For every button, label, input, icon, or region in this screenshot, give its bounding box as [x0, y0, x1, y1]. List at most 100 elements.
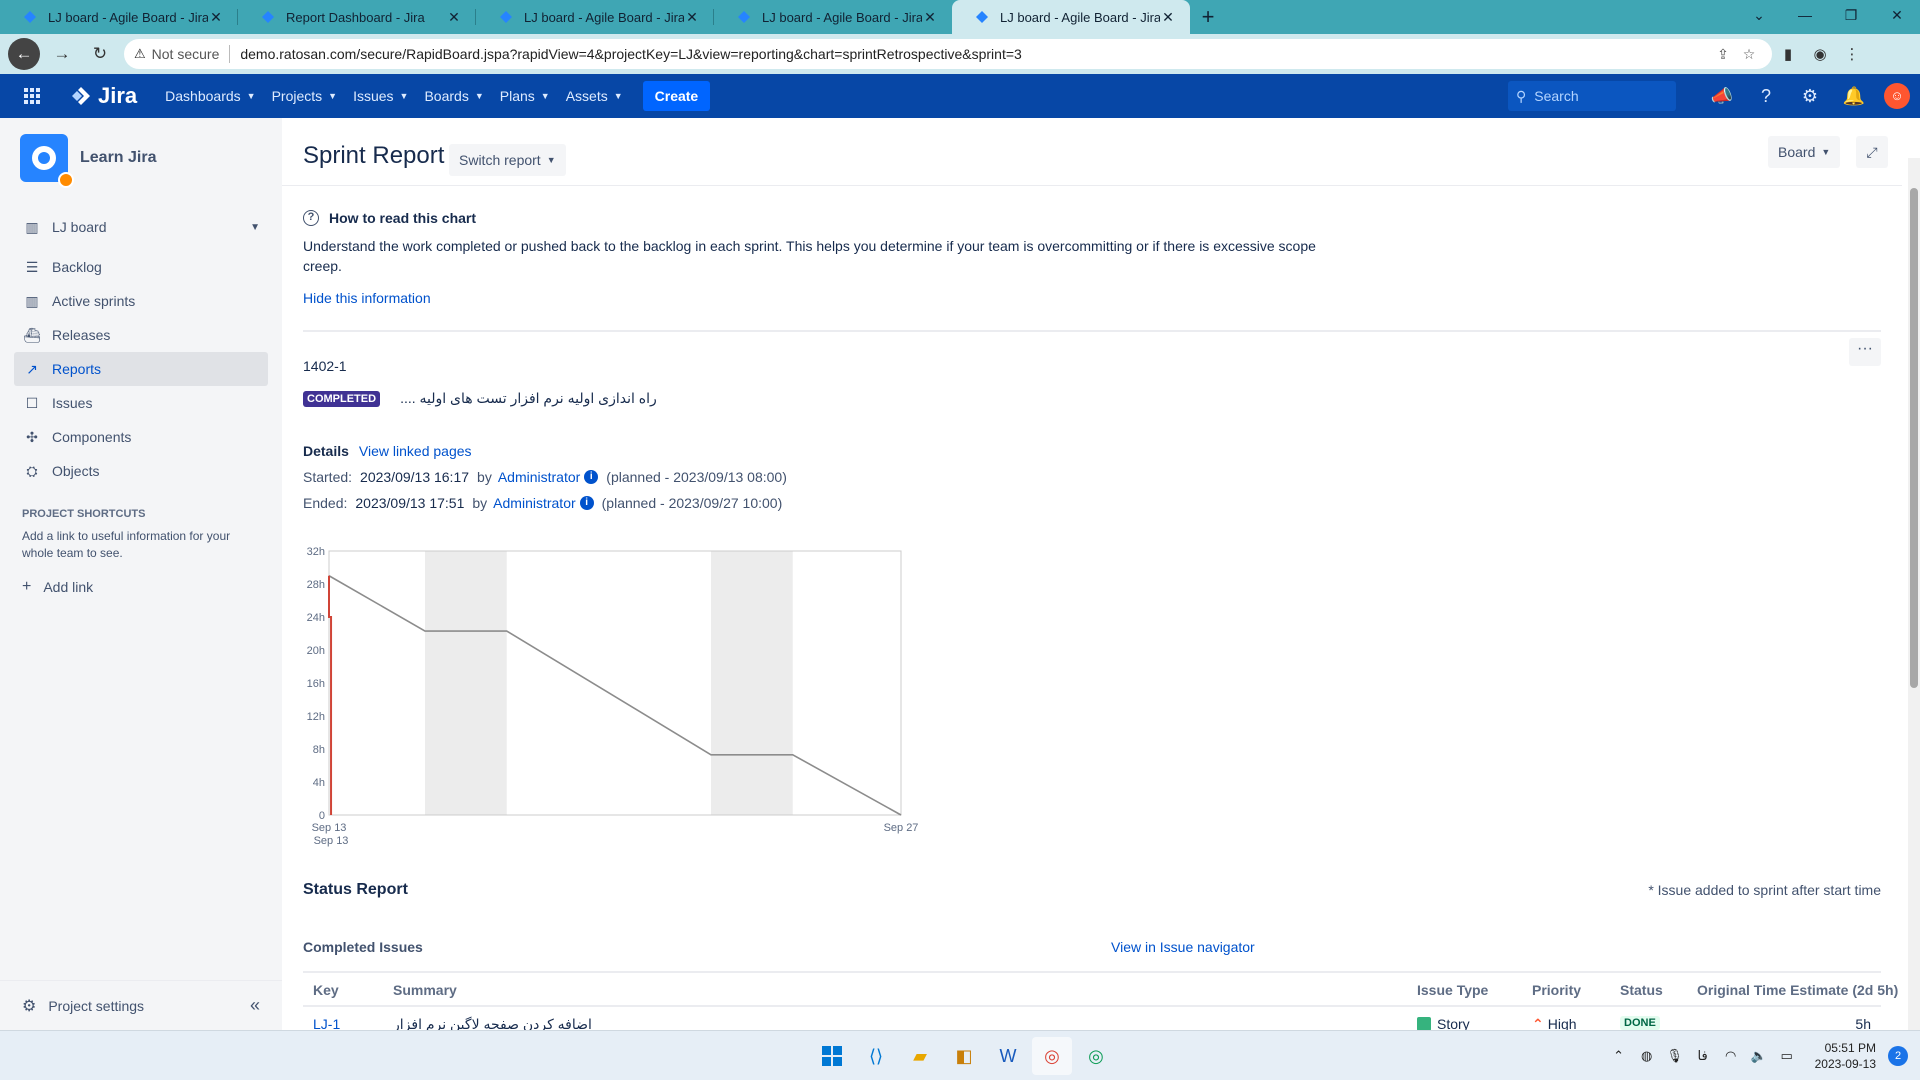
project-name: Learn Jira — [80, 149, 157, 166]
file-explorer-icon[interactable]: ▰ — [900, 1037, 940, 1075]
col-summary[interactable]: Summary — [393, 982, 457, 998]
sidebar-item-objects[interactable]: ⛭ Objects — [14, 454, 268, 488]
col-priority[interactable]: Priority — [1532, 982, 1581, 998]
restore-icon[interactable]: ❐ — [1828, 0, 1874, 30]
word-icon[interactable]: W — [988, 1037, 1028, 1075]
url-text[interactable]: demo.ratosan.com/secure/RapidBoard.jspa?… — [240, 46, 1710, 62]
volume-icon[interactable]: 🔈 — [1745, 1048, 1773, 1064]
close-icon[interactable]: ✕ — [1160, 9, 1176, 25]
board-selector[interactable]: ▥ LJ board ▼ — [14, 210, 268, 244]
bookmark-star-icon[interactable]: ☆ — [1736, 46, 1762, 63]
sidebar-item-releases[interactable]: ⛴ Releases — [14, 318, 268, 352]
issue-type-label: Story — [1437, 1016, 1470, 1030]
tab-title: Report Dashboard - Jira — [286, 9, 425, 25]
system-tray: ⌃ ◍ 🎙 فا ◠ 🔈 ▭ 05:51 PM 2023-09-13 2 — [1605, 1031, 1908, 1080]
menu-dots-icon[interactable]: ⋮ — [1836, 45, 1868, 63]
col-status[interactable]: Status — [1620, 982, 1663, 998]
nav-plans[interactable]: Plans ▼ — [492, 80, 558, 112]
nav-issues[interactable]: Issues ▼ — [345, 80, 416, 112]
add-link-button[interactable]: + Add link — [22, 572, 260, 602]
sidebar-item-backlog[interactable]: ☰ Backlog — [14, 250, 268, 284]
minimize-icon[interactable]: — — [1782, 0, 1828, 30]
sidebar-item-label: Components — [52, 429, 132, 445]
notification-badge[interactable]: 2 — [1888, 1046, 1908, 1066]
sidebar-item-active-sprints[interactable]: ▥ Active sprints — [14, 284, 268, 318]
nav-boards[interactable]: Boards ▼ — [416, 80, 491, 112]
clock-date: 2023-09-13 — [1814, 1057, 1876, 1071]
create-button[interactable]: Create — [642, 81, 711, 111]
sidebar-item-reports[interactable]: ↗ Reports — [14, 352, 268, 386]
col-estimate[interactable]: Original Time Estimate (2d 5h) — [1697, 982, 1898, 998]
chevron-down-icon: ▼ — [250, 221, 260, 233]
chrome-icon[interactable]: ◎ — [1032, 1037, 1072, 1075]
close-icon[interactable]: ✕ — [208, 9, 224, 25]
gear-icon: ⚙ — [22, 997, 37, 1015]
browser-tab[interactable]: LJ board - Agile Board - Jira ✕ — [476, 0, 714, 34]
help-icon[interactable]: ? — [1744, 86, 1788, 107]
new-tab-button[interactable]: + — [1190, 0, 1226, 34]
close-icon[interactable]: ✕ — [684, 9, 700, 25]
switch-report-button[interactable]: Switch report ▼ — [449, 144, 566, 176]
windows-start-icon[interactable] — [812, 1037, 852, 1075]
battery-icon[interactable]: ▭ — [1773, 1048, 1801, 1064]
avatar[interactable]: ☺ — [1884, 83, 1910, 109]
sidebar-item-issues[interactable]: ☐ Issues — [14, 386, 268, 420]
nav-dashboards[interactable]: Dashboards ▼ — [157, 80, 263, 112]
side-panel-icon[interactable]: ▮ — [1772, 45, 1804, 63]
jira-logo[interactable]: Jira — [70, 83, 137, 109]
browser-tab[interactable]: LJ board - Agile Board - Jira ✕ — [714, 0, 952, 34]
reload-button[interactable]: ↻ — [84, 38, 116, 70]
address-bar[interactable]: ⚠ Not secure demo.ratosan.com/secure/Rap… — [124, 39, 1772, 69]
chevron-up-icon[interactable]: ⌃ — [1605, 1048, 1633, 1064]
forward-button[interactable]: → — [46, 38, 78, 70]
profile-icon[interactable]: ◉ — [1804, 45, 1836, 63]
expand-button[interactable]: ⤢ — [1856, 136, 1888, 168]
col-key[interactable]: Key — [313, 982, 339, 998]
project-header[interactable]: Learn Jira — [0, 118, 282, 198]
page-scrollbar[interactable] — [1908, 158, 1920, 1030]
sidebar-item-components[interactable]: ✣ Components — [14, 420, 268, 454]
browser-tab[interactable]: LJ board - Agile Board - Jira ✕ — [0, 0, 238, 34]
admin-link[interactable]: Administrator — [498, 469, 580, 485]
scrollbar-thumb[interactable] — [1910, 188, 1918, 688]
network-globe-icon[interactable]: ◍ — [1633, 1048, 1661, 1064]
close-window-icon[interactable]: ✕ — [1874, 0, 1920, 30]
ended-label: Ended: — [303, 495, 348, 511]
microphone-icon[interactable]: 🎙 — [1661, 1048, 1689, 1064]
language-indicator[interactable]: فا — [1689, 1048, 1717, 1064]
nav-projects[interactable]: Projects ▼ — [264, 80, 346, 112]
app-icon[interactable]: ◧ — [944, 1037, 984, 1075]
info-icon[interactable]: i — [584, 470, 599, 484]
search-input[interactable]: ⚲ Search — [1508, 81, 1676, 111]
bell-icon[interactable]: 🔔 — [1832, 86, 1876, 107]
view-linked-pages-link[interactable]: View linked pages — [359, 443, 472, 459]
nav-assets[interactable]: Assets ▼ — [558, 80, 631, 112]
project-settings[interactable]: ⚙ Project settings « — [0, 980, 282, 1030]
close-icon[interactable]: ✕ — [446, 9, 462, 25]
issue-key-link[interactable]: LJ-1 — [313, 1016, 340, 1030]
tab-search-icon[interactable]: ⌄ — [1736, 0, 1782, 30]
admin-link[interactable]: Administrator — [493, 495, 575, 511]
gear-icon[interactable]: ⚙ — [1788, 86, 1832, 107]
col-issue-type[interactable]: Issue Type — [1417, 982, 1488, 998]
clock[interactable]: 05:51 PM 2023-09-13 — [1815, 1040, 1876, 1072]
wifi-icon[interactable]: ◠ — [1717, 1048, 1745, 1064]
megaphone-icon[interactable]: 📣 — [1700, 86, 1744, 107]
back-button[interactable]: ← — [8, 38, 40, 70]
app-switcher-icon[interactable] — [10, 87, 54, 105]
collapse-sidebar-icon[interactable]: « — [250, 995, 260, 1016]
ended-value: 2023/09/13 17:51 — [355, 495, 465, 511]
view-in-issue-navigator-link[interactable]: View in Issue navigator — [1111, 939, 1255, 955]
close-icon[interactable]: ✕ — [922, 9, 938, 25]
chrome-profile-icon[interactable]: ◎ — [1076, 1037, 1116, 1075]
hide-information-link[interactable]: Hide this information — [303, 290, 1881, 306]
browser-tab-active[interactable]: LJ board - Agile Board - Jira ✕ — [952, 0, 1190, 34]
vscode-icon[interactable]: ⟨⟩ — [856, 1037, 896, 1075]
started-planned: (planned - 2023/09/13 08:00) — [606, 469, 787, 485]
more-options-button[interactable]: ··· — [1849, 338, 1881, 366]
browser-tab[interactable]: Report Dashboard - Jira ✕ — [238, 0, 476, 34]
issue-summary[interactable]: اضافه کردن صفحه لاگین نرم افزار — [393, 1016, 592, 1030]
share-icon[interactable]: ⇪ — [1710, 46, 1736, 63]
board-button[interactable]: Board ▼ — [1768, 136, 1841, 168]
info-icon[interactable]: i — [579, 496, 594, 510]
